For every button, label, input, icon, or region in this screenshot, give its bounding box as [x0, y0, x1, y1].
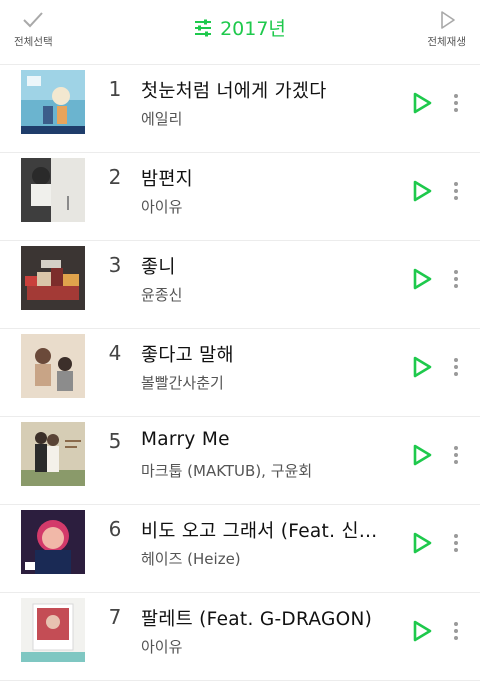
song-title[interactable]: 첫눈처럼 너에게 가겠다 [141, 77, 387, 103]
album-art[interactable] [21, 246, 85, 310]
more-options-icon[interactable] [447, 179, 465, 203]
album-art[interactable] [21, 422, 85, 486]
song-title[interactable]: 좋니 [141, 253, 387, 279]
more-options-icon[interactable] [447, 619, 465, 643]
play-icon[interactable] [411, 619, 433, 643]
song-artist[interactable]: 볼빨간사춘기 [141, 372, 387, 393]
song-rank: 7 [108, 605, 122, 629]
song-rank: 3 [108, 253, 122, 277]
play-icon[interactable] [411, 179, 433, 203]
song-artist[interactable]: 아이유 [141, 196, 387, 217]
song-artist[interactable]: 윤종신 [141, 284, 387, 305]
album-art[interactable] [21, 70, 85, 134]
song-title[interactable]: 팔레트 (Feat. G-DRAGON) [141, 605, 387, 631]
song-row[interactable]: 4 좋다고 말해 볼빨간사춘기 [0, 329, 480, 417]
song-artist[interactable]: 헤이즈 (Heize) [141, 548, 387, 569]
more-options-icon[interactable] [447, 355, 465, 379]
song-title[interactable]: 밤편지 [141, 165, 387, 191]
more-options-icon[interactable] [447, 91, 465, 115]
song-title[interactable]: 비도 오고 그래서 (Feat. 신용재) [141, 517, 387, 543]
song-rank: 6 [108, 517, 122, 541]
album-art[interactable] [21, 158, 85, 222]
year-label: 2017년 [220, 18, 286, 40]
play-outline-icon [440, 11, 455, 29]
more-options-icon[interactable] [447, 531, 465, 555]
song-row[interactable]: 7 팔레트 (Feat. G-DRAGON) 아이유 [0, 593, 480, 681]
sliders-icon [195, 19, 212, 36]
year-selector[interactable]: 2017년 [0, 14, 480, 41]
song-row[interactable]: 1 첫눈처럼 너에게 가겠다 에일리 [0, 65, 480, 153]
album-art[interactable] [21, 334, 85, 398]
play-icon[interactable] [411, 267, 433, 291]
play-icon[interactable] [411, 443, 433, 467]
play-all-label: 전체재생 [427, 36, 466, 48]
song-rank: 4 [108, 341, 122, 365]
song-artist[interactable]: 아이유 [141, 636, 387, 657]
album-art[interactable] [21, 598, 85, 662]
play-icon[interactable] [411, 531, 433, 555]
song-title[interactable]: Marry Me [141, 429, 387, 450]
song-row[interactable]: 3 좋니 윤종신 [0, 241, 480, 329]
song-list: 1 첫눈처럼 너에게 가겠다 에일리 2 밤편지 아이유 3 좋니 윤종신 4 … [0, 65, 480, 681]
song-artist[interactable]: 에일리 [141, 108, 387, 129]
more-options-icon[interactable] [447, 267, 465, 291]
song-rank: 5 [108, 429, 122, 453]
song-row[interactable]: 2 밤편지 아이유 [0, 153, 480, 241]
song-rank: 2 [108, 165, 122, 189]
song-rank: 1 [108, 77, 122, 101]
play-all-button[interactable]: 전체재생 [427, 10, 466, 49]
play-icon[interactable] [411, 355, 433, 379]
song-title[interactable]: 좋다고 말해 [141, 341, 387, 367]
play-icon[interactable] [411, 91, 433, 115]
top-bar: 전체선택 2017년 전체재생 [0, 0, 480, 65]
song-artist[interactable]: 마크툽 (MAKTUB), 구윤회 [141, 460, 387, 481]
song-row[interactable]: 5 Marry Me 마크툽 (MAKTUB), 구윤회 [0, 417, 480, 505]
more-options-icon[interactable] [447, 443, 465, 467]
song-row[interactable]: 6 비도 오고 그래서 (Feat. 신용재) 헤이즈 (Heize) [0, 505, 480, 593]
album-art[interactable] [21, 510, 85, 574]
